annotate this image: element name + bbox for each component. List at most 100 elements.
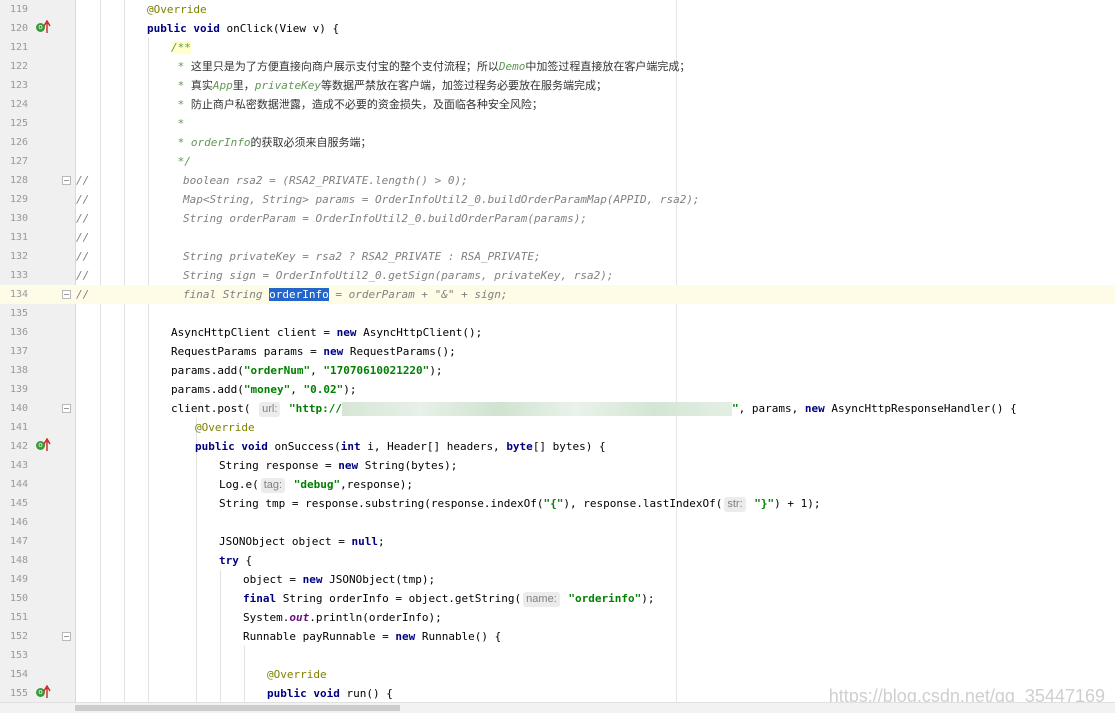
code-line[interactable]: 148 try {	[0, 551, 1115, 570]
code-text[interactable]: String response = new String(bytes);	[219, 456, 457, 475]
code-line[interactable]: 151 System.out.println(orderInfo);	[0, 608, 1115, 627]
code-line[interactable]: 135	[0, 304, 1115, 323]
code-line[interactable]: 154 @Override	[0, 665, 1115, 684]
code-line[interactable]: 119 @Override	[0, 0, 1115, 19]
kw-token: public	[195, 440, 235, 453]
code-line[interactable]: 153	[0, 646, 1115, 665]
implements-arrow-icon[interactable]	[43, 685, 51, 699]
code-line[interactable]: 127 */	[0, 152, 1115, 171]
code-text[interactable]: final String orderInfo = orderParam + "&…	[183, 285, 508, 304]
code-token: [] bytes) {	[532, 440, 606, 453]
code-line[interactable]: 140 client.post( url: "http:// ", params, …	[0, 399, 1115, 418]
code-line[interactable]: 142 o public void onSuccess(int i, Header[…	[0, 437, 1115, 456]
code-text[interactable]: /**	[171, 38, 191, 57]
implements-arrow-icon[interactable]	[43, 438, 51, 452]
code-text[interactable]: String tmp = response.substring(response…	[219, 494, 821, 513]
str-token: "0.02"	[303, 383, 344, 396]
code-text[interactable]: @Override	[267, 665, 327, 684]
code-text[interactable]: JSONObject object = null;	[219, 532, 385, 551]
fold-toggle-icon[interactable]	[62, 176, 71, 185]
scrollbar-thumb[interactable]	[75, 705, 400, 711]
code-text[interactable]: String sign = OrderInfoUtil2_0.getSign(p…	[183, 266, 613, 285]
code-line[interactable]: 137 RequestParams params = new RequestPar…	[0, 342, 1115, 361]
doc-cn-token: 防止商户私密数据泄露，造成不必要的资金损失，及面临各种安全风险；	[190, 98, 543, 111]
code-text[interactable]: @Override	[147, 0, 207, 19]
code-line[interactable]: 130 // String orderParam = OrderInfoUtil2_…	[0, 209, 1115, 228]
str-token: "debug"	[287, 478, 341, 491]
code-text[interactable]: params.add("money", "0.02");	[171, 380, 356, 399]
code-line[interactable]: 132 // String privateKey = rsa2 ? RSA2_PRI…	[0, 247, 1115, 266]
str-token: "17070610021220"	[323, 364, 430, 377]
code-text[interactable]: */	[171, 152, 191, 171]
code-text[interactable]: * 防止商户私密数据泄露，造成不必要的资金损失，及面临各种安全风险；	[171, 95, 543, 114]
code-line[interactable]: 126 * orderInfo的获取必须来自服务端；	[0, 133, 1115, 152]
code-text[interactable]: public void run() {	[267, 684, 393, 703]
horizontal-scrollbar[interactable]	[0, 702, 1115, 713]
code-line[interactable]: 145 String tmp = response.substring(respo…	[0, 494, 1115, 513]
field-token: out	[289, 611, 310, 624]
doc-token: * orderInfo	[171, 136, 251, 149]
code-line[interactable]: 149 object = new JSONObject(tmp);	[0, 570, 1115, 589]
code-text[interactable]: AsyncHttpClient client = new AsyncHttpCl…	[171, 323, 482, 342]
code-text[interactable]: * orderInfo的获取必须来自服务端；	[171, 133, 372, 152]
line-comment-marker: //	[76, 193, 90, 206]
code-text[interactable]: Log.e(tag: "debug",response);	[219, 475, 413, 494]
code-text[interactable]: params.add("orderNum", "17070610021220")…	[171, 361, 443, 380]
code-text[interactable]: public void onClick(View v) {	[147, 19, 339, 38]
code-text[interactable]: *	[171, 114, 185, 133]
kw-token: new	[338, 459, 359, 472]
fold-toggle-icon[interactable]	[62, 404, 71, 413]
kw-token: new	[323, 345, 344, 358]
implements-arrow-icon[interactable]	[43, 20, 51, 34]
code-line[interactable]: 138 params.add("orderNum", "1707061002122…	[0, 361, 1115, 380]
code-line[interactable]: 129 // Map<String, String> params = OrderI…	[0, 190, 1115, 209]
code-line[interactable]: 150 final String orderInfo = object.getSt…	[0, 589, 1115, 608]
code-line[interactable]: 122 * 这里只是为了方便直接向商户展示支付宝的整个支付流程；所以Demo中加…	[0, 57, 1115, 76]
code-text[interactable]: String orderParam = OrderInfoUtil2_0.bui…	[183, 209, 587, 228]
redacted-url	[341, 402, 732, 416]
cmt-token: String orderParam = OrderInfoUtil2_0.bui…	[183, 212, 587, 225]
code-line[interactable]: 120 o public void onClick(View v) {	[0, 19, 1115, 38]
code-line[interactable]: 123 * 真实App里，privateKey等数据严禁放在客户端，加签过程务必…	[0, 76, 1115, 95]
code-token: client.post(	[171, 402, 258, 415]
code-line[interactable]: 136 AsyncHttpClient client = new AsyncHtt…	[0, 323, 1115, 342]
code-line[interactable]: 124 * 防止商户私密数据泄露，造成不必要的资金损失，及面临各种安全风险；	[0, 95, 1115, 114]
line-comment-marker: //	[76, 212, 90, 225]
code-text[interactable]: try {	[219, 551, 252, 570]
ann-token: @Override	[147, 3, 207, 16]
code-text[interactable]: * 这里只是为了方便直接向商户展示支付宝的整个支付流程；所以Demo中加签过程直…	[171, 57, 691, 76]
code-line[interactable]: 144 Log.e(tag: "debug",response);	[0, 475, 1115, 494]
code-line[interactable]: 125 *	[0, 114, 1115, 133]
code-text[interactable]: object = new JSONObject(tmp);	[243, 570, 435, 589]
code-text[interactable]: * 真实App里，privateKey等数据严禁放在客户端，加签过程务必要放在服…	[171, 76, 607, 95]
code-line[interactable]: 141 @Override	[0, 418, 1115, 437]
doc-token: App	[212, 79, 233, 92]
fold-toggle-icon[interactable]	[62, 632, 71, 641]
code-line[interactable]: 146	[0, 513, 1115, 532]
code-line[interactable]: 143 String response = new String(bytes);	[0, 456, 1115, 475]
code-text[interactable]: Runnable payRunnable = new Runnable() {	[243, 627, 501, 646]
line-number: 142	[9, 441, 28, 452]
code-token: ) +	[774, 497, 801, 510]
code-text[interactable]: final String orderInfo = object.getStrin…	[243, 589, 654, 608]
code-line[interactable]: 131 //	[0, 228, 1115, 247]
code-line[interactable]: 147 JSONObject object = null;	[0, 532, 1115, 551]
code-text[interactable]: String privateKey = rsa2 ? RSA2_PRIVATE …	[183, 247, 541, 266]
fold-toggle-icon[interactable]	[62, 290, 71, 299]
code-text[interactable]: client.post( url: "http:// ", params, new…	[171, 399, 1017, 418]
code-text[interactable]: RequestParams params = new RequestParams…	[171, 342, 456, 361]
code-line[interactable]: 134 // final String orderInfo = orderParam…	[0, 285, 1115, 304]
code-line[interactable]: 152 Runnable payRunnable = new Runnable()…	[0, 627, 1115, 646]
code-line[interactable]: 121 /**	[0, 38, 1115, 57]
code-text[interactable]: @Override	[195, 418, 255, 437]
doc-token: *	[171, 79, 191, 92]
code-text[interactable]: boolean rsa2 = (RSA2_PRIVATE.length() > …	[183, 171, 468, 190]
code-text[interactable]: Map<String, String> params = OrderInfoUt…	[183, 190, 700, 209]
code-line[interactable]: 133 // String sign = OrderInfoUtil2_0.getS…	[0, 266, 1115, 285]
code-line[interactable]: 128 // boolean rsa2 = (RSA2_PRIVATE.length…	[0, 171, 1115, 190]
code-text[interactable]: public void onSuccess(int i, Header[] he…	[195, 437, 606, 456]
code-line[interactable]: 139 params.add("money", "0.02");	[0, 380, 1115, 399]
str-token: "{"	[543, 497, 564, 510]
doc-cn-token: 这里只是为了方便直接向商户展示支付宝的整个支付流程；所以	[190, 60, 499, 73]
code-text[interactable]: System.out.println(orderInfo);	[243, 608, 442, 627]
